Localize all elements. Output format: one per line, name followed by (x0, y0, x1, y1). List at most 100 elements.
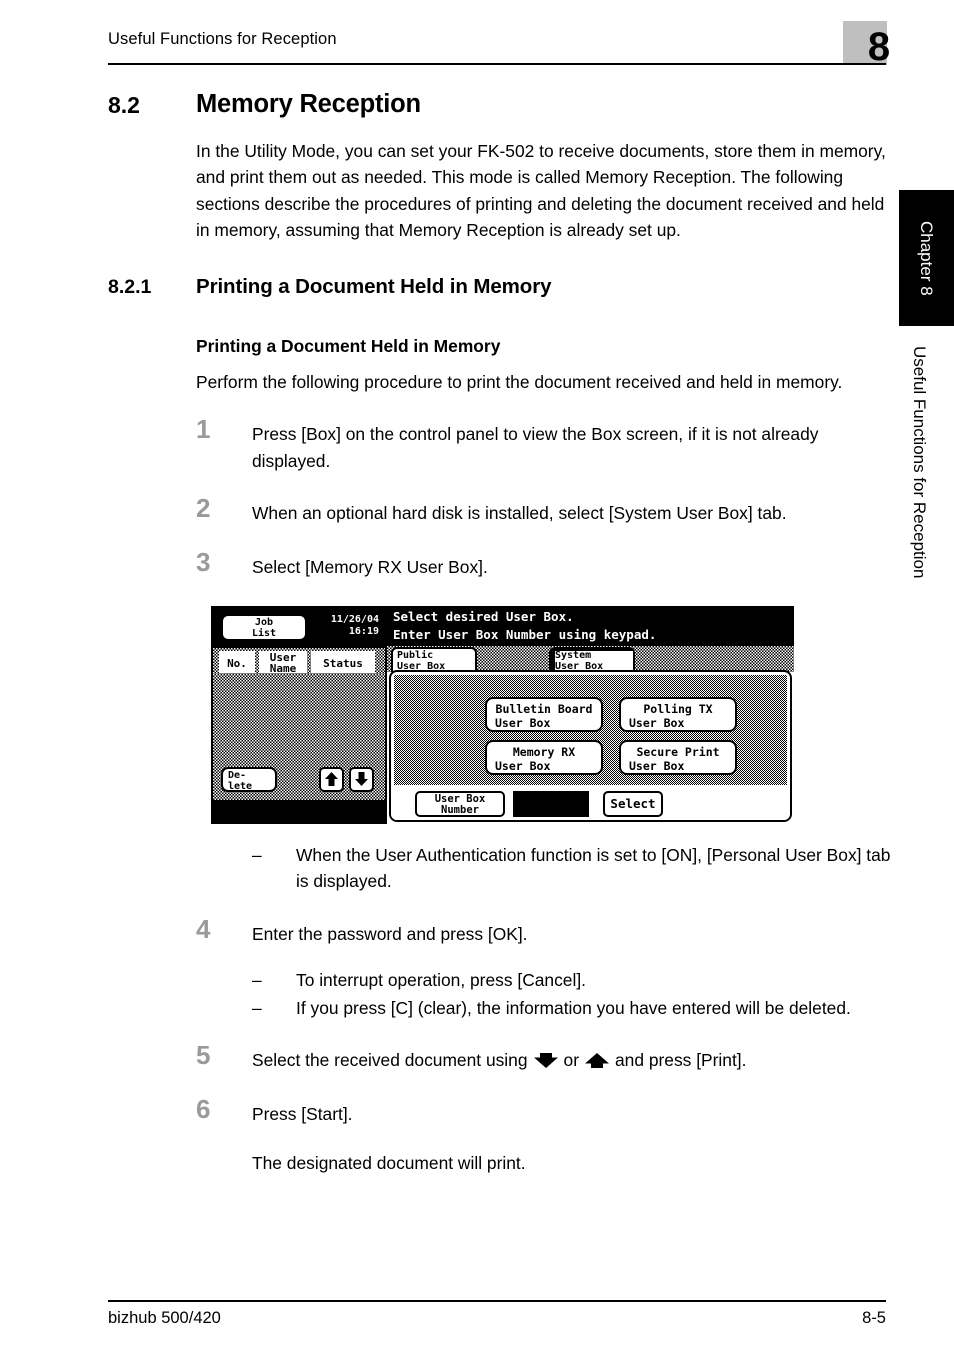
step-number: 2 (196, 493, 211, 524)
chapter-thumb-tab: Chapter 8 (899, 190, 954, 326)
step-number: 6 (196, 1094, 211, 1125)
subsection-number: 8.2.1 (108, 276, 152, 299)
subsection-heading: 8.2.1 Printing a Document Held in Memory (108, 275, 886, 312)
step-text: Press [Box] on the control panel to view… (252, 424, 819, 471)
page-content: 8.2 Memory Reception In the Utility Mode… (108, 90, 890, 1176)
step-text: Select the received document using or and … (252, 1047, 888, 1073)
step5-text-before: Select the received document using (252, 1050, 528, 1071)
procedure-step-6: 6 Press [Start]. The designated document… (196, 1094, 886, 1176)
lcd-tab-public-user-box[interactable]: Public User Box (391, 647, 477, 673)
side-running-head: Useful Functions for Reception (899, 346, 939, 706)
note-list-after-step-3: – When the User Authentication function … (252, 842, 890, 895)
chapter-thumb-tab-label: Chapter 8 (917, 220, 936, 296)
page-header: Useful Functions for Reception (108, 30, 886, 66)
lcd-secure-print-line2: User Box (629, 759, 685, 774)
lcd-polling-tx-user-box-button[interactable]: Polling TX User Box (619, 697, 737, 733)
lcd-user-box-pane: Select desired User Box. Enter User Box … (387, 606, 794, 824)
step-text: Select [Memory RX User Box]. (252, 557, 488, 578)
down-arrow-icon (531, 1051, 561, 1069)
step5-text-after: and press [Print]. (615, 1050, 747, 1071)
lcd-tab-system-line1: System (555, 651, 633, 662)
lcd-select-button[interactable]: Select (603, 791, 663, 818)
document-page: Useful Functions for Reception 8 Chapter… (0, 0, 954, 1352)
lcd-scroll-down-button[interactable] (349, 767, 374, 793)
lcd-tab-strip: Public User Box System User Box (387, 646, 794, 673)
step-number: 4 (196, 913, 211, 944)
lcd-polling-tx-line1: Polling TX (643, 702, 713, 717)
side-running-head-label: Useful Functions for Reception (910, 346, 929, 579)
section-heading: 8.2 Memory Reception (108, 90, 886, 134)
lcd-user-box-panel: Bulletin Board User Box Polling TX User … (389, 670, 792, 823)
lcd-user-box-number-field[interactable] (513, 791, 589, 818)
section-number: 8.2 (108, 92, 140, 118)
lcd-time: 16:19 (348, 626, 379, 638)
subsection-title: Printing a Document Held in Memory (196, 275, 552, 299)
lcd-user-box-number-button[interactable]: User Box Number (415, 791, 505, 818)
note-item: – If you press [C] (clear), the informat… (252, 995, 906, 1021)
lcd-job-table-body: De- lete (213, 674, 385, 801)
lcd-panel-footer: User Box Number Select (391, 788, 790, 821)
up-arrow-icon (582, 1051, 612, 1069)
lcd-bulletin-board-line2: User Box (495, 716, 551, 731)
dash-marker: – (252, 997, 262, 1018)
lcd-delete-label-line2: lete (228, 781, 253, 793)
lcd-col-user-name-line2: Name (269, 662, 297, 676)
note-item: – To interrupt operation, press [Cancel]… (252, 967, 906, 993)
lcd-delete-button[interactable]: De- lete (221, 767, 277, 793)
lcd-job-list-button[interactable]: Job List (221, 614, 307, 642)
step-number: 5 (196, 1040, 211, 1071)
step-number: 1 (196, 414, 211, 445)
procedure-step-3: 3 Select [Memory RX User Box]. (196, 547, 886, 582)
lcd-user-box-number-line2: Number (441, 804, 479, 817)
step-text: Enter the password and press [OK]. (252, 923, 528, 944)
step-number: 3 (196, 547, 211, 578)
lcd-job-list-pane: Job List 11/26/04 16:19 No. User Name St… (211, 606, 387, 825)
dash-marker: – (252, 845, 262, 866)
procedure-step-1: 1 Press [Box] on the control panel to vi… (196, 414, 886, 474)
lcd-scroll-up-button[interactable] (319, 767, 344, 793)
lcd-col-no: No. (219, 651, 255, 674)
note-text: When the User Authentication function is… (296, 845, 891, 892)
lcd-tab-public-line1: Public (397, 650, 434, 662)
lcd-job-list-label-line1: Job (254, 617, 274, 629)
lcd-message-area: Select desired User Box. Enter User Box … (387, 606, 794, 647)
dash-marker: – (252, 969, 262, 990)
section-title: Memory Reception (196, 90, 421, 118)
lcd-tab-system-user-box[interactable]: System User Box (549, 647, 635, 673)
lcd-polling-tx-line2: User Box (629, 716, 685, 731)
control-panel-screenshot: Job List 11/26/04 16:19 No. User Name St… (211, 606, 794, 825)
lcd-secure-print-line1: Secure Print (636, 745, 720, 760)
lcd-delete-label-line1: De- (228, 770, 247, 782)
procedure-step-5: 5 Select the received document using or an… (196, 1040, 888, 1075)
step-closing-text: The designated document will print. (252, 1152, 526, 1173)
lcd-job-table-header: No. User Name Status (213, 648, 385, 676)
lcd-message-line1: Select desired User Box. (393, 609, 574, 625)
step5-text-middle: or (563, 1050, 579, 1071)
lcd-col-status: Status (311, 651, 375, 674)
lcd-bulletin-board-line1: Bulletin Board (495, 702, 593, 717)
chapter-number: 8 (867, 25, 891, 69)
lcd-memory-rx-line1: Memory RX (512, 745, 576, 760)
lcd-message-line2: Enter User Box Number using keypad. (393, 627, 657, 643)
step-text: Press [Start]. (252, 1104, 353, 1125)
subsection-lead-paragraph: Perform the following procedure to print… (196, 372, 843, 393)
lcd-date: 11/26/04 (330, 614, 379, 626)
lcd-job-table: No. User Name Status De- lete (213, 648, 385, 801)
lcd-datetime: 11/26/04 16:19 (331, 614, 379, 638)
note-list-after-step-4: – To interrupt operation, press [Cancel]… (252, 967, 886, 1022)
lcd-status-bar: Job List 11/26/04 16:19 (211, 606, 387, 647)
footer-page-number: 8-5 (862, 1309, 886, 1327)
lcd-secure-print-user-box-button[interactable]: Secure Print User Box (619, 740, 737, 776)
section-intro-paragraph: In the Utility Mode, you can set your FK… (196, 141, 886, 240)
procedure-step-2: 2 When an optional hard disk is installe… (196, 493, 886, 528)
note-text: To interrupt operation, press [Cancel]. (296, 969, 586, 990)
lcd-job-list-label-line2: List (251, 628, 277, 640)
lcd-memory-rx-line2: User Box (495, 759, 551, 774)
note-item: – When the User Authentication function … (252, 842, 906, 895)
procedure-step-4: 4 Enter the password and press [OK]. (196, 914, 886, 949)
lcd-bulletin-board-user-box-button[interactable]: Bulletin Board User Box (485, 697, 603, 733)
header-running-title: Useful Functions for Reception (108, 30, 337, 48)
lcd-col-user-name: User Name (259, 651, 307, 676)
header-divider (108, 63, 886, 66)
lcd-memory-rx-user-box-button[interactable]: Memory RX User Box (485, 740, 603, 776)
